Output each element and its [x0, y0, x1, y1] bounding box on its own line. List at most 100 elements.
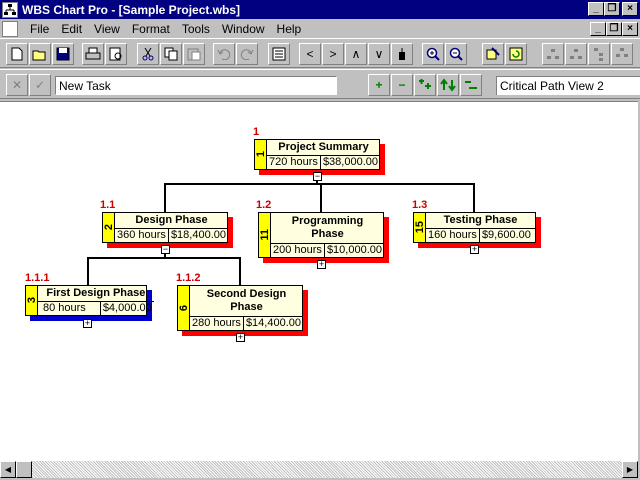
task-cost: $9,600.00: [481, 229, 531, 241]
scroll-track[interactable]: [16, 461, 622, 478]
connector-line: [239, 257, 241, 286]
connector-line: [473, 183, 475, 213]
task-cost: $4,000.00: [102, 302, 152, 314]
add-child-icon[interactable]: [414, 74, 436, 96]
wbs-code: 1.3: [412, 199, 428, 211]
task-hours: 200 hours: [271, 244, 325, 257]
task-hours: 280 hours: [190, 317, 244, 330]
new-icon[interactable]: [6, 43, 28, 65]
task-name: First Design Phase: [46, 287, 146, 299]
menu-window[interactable]: Window: [216, 22, 271, 36]
layout-3-icon[interactable]: [588, 43, 610, 65]
wbs-node-second-design-phase[interactable]: 6 Second Design Phase 280 hours $14,400.0…: [177, 285, 308, 336]
connector-line: [320, 183, 322, 213]
task-number: 6: [177, 304, 190, 312]
scroll-left-button[interactable]: ◀: [0, 461, 16, 478]
wbs-code: 1: [253, 126, 260, 138]
wbs-code: 1.2: [256, 199, 272, 211]
connector-line: [164, 183, 166, 213]
task-number: 15: [413, 221, 426, 234]
task-cost: $38,000.00: [322, 156, 378, 168]
undo-icon[interactable]: [213, 43, 235, 65]
close-button[interactable]: ×: [622, 2, 638, 16]
expand-toggle[interactable]: +: [470, 245, 479, 254]
task-name: Project Summary: [278, 141, 369, 153]
move-up-icon[interactable]: ∧: [345, 43, 367, 65]
zoom-in-icon[interactable]: [422, 43, 444, 65]
app-icon[interactable]: [2, 1, 18, 18]
view-selector[interactable]: Critical Path View 2: [496, 76, 640, 95]
task-cost: $14,400.00: [245, 317, 301, 329]
task-name: Design Phase: [135, 214, 208, 226]
accept-edit-button[interactable]: ✓: [29, 74, 51, 96]
print-preview-icon[interactable]: [105, 43, 127, 65]
task-number: 3: [25, 297, 38, 304]
restore-button[interactable]: ❐: [604, 2, 620, 16]
promote-icon[interactable]: [437, 74, 459, 96]
save-icon[interactable]: [52, 43, 74, 65]
move-down-icon[interactable]: ∨: [368, 43, 390, 65]
wbs-node-testing-phase[interactable]: 15 Testing Phase 160 hours $9,600.00: [413, 212, 541, 248]
window-title: WBS Chart Pro - [Sample Project.wbs]: [22, 2, 241, 17]
menu-bar: File Edit View Format Tools Window Help …: [0, 19, 640, 38]
wbs-code: 1.1.1: [25, 272, 50, 284]
layout-1-icon[interactable]: [542, 43, 564, 65]
copy-icon[interactable]: [160, 43, 182, 65]
open-icon[interactable]: [29, 43, 51, 65]
wbs-node-project-summary[interactable]: 1 Project Summary 720 hours $38,000.00: [254, 139, 385, 175]
wbs-node-programming-phase[interactable]: 11 Programming Phase 200 hours $10,000.00: [258, 212, 389, 263]
collapse-toggle[interactable]: −: [161, 245, 170, 254]
wbs-code: 1.1.2: [176, 272, 201, 284]
expand-toggle[interactable]: +: [83, 319, 92, 328]
menu-format[interactable]: Format: [126, 22, 176, 36]
task-number: 11: [258, 229, 271, 241]
wbs-code: 1.1: [100, 199, 116, 211]
minimize-button[interactable]: _: [588, 2, 604, 16]
doc-minimize-button[interactable]: _: [590, 22, 606, 36]
task-hours: 80 hours: [38, 302, 101, 315]
task-number: 2: [102, 224, 115, 231]
connector-line: [87, 257, 241, 259]
wbs-node-design-phase[interactable]: 2 Design Phase 360 hours $18,400.00: [102, 212, 233, 248]
add-task-button[interactable]: +: [368, 74, 390, 96]
cancel-edit-button[interactable]: ✕: [6, 74, 28, 96]
task-name: Second Design Phase: [206, 288, 287, 313]
zoom-out-icon[interactable]: [445, 43, 467, 65]
title-bar: WBS Chart Pro - [Sample Project.wbs] _ ❐…: [0, 0, 640, 19]
task-number: 1: [254, 151, 267, 158]
move-right-icon[interactable]: >: [322, 43, 344, 65]
expand-toggle[interactable]: +: [236, 333, 245, 342]
demote-icon[interactable]: [460, 74, 482, 96]
redo-icon[interactable]: [236, 43, 258, 65]
task-hours: 360 hours: [115, 229, 169, 242]
collapse-toggle[interactable]: −: [313, 172, 322, 181]
remove-task-button[interactable]: −: [391, 74, 413, 96]
scroll-thumb[interactable]: [16, 461, 32, 478]
chart-style-icon[interactable]: [482, 43, 504, 65]
cut-icon[interactable]: [137, 43, 159, 65]
expand-toggle[interactable]: +: [317, 260, 326, 269]
document-icon[interactable]: [2, 20, 18, 37]
menu-tools[interactable]: Tools: [176, 22, 216, 36]
print-icon[interactable]: [82, 43, 104, 65]
menu-view[interactable]: View: [88, 22, 126, 36]
paste-icon[interactable]: [183, 43, 205, 65]
wbs-node-first-design-phase[interactable]: 3 First Design Phase 80 hours $4,000.00: [25, 285, 154, 321]
refresh-icon[interactable]: [505, 43, 527, 65]
layout-4-icon[interactable]: [611, 43, 633, 65]
properties-icon[interactable]: [268, 43, 290, 65]
delete-icon[interactable]: [391, 43, 413, 65]
task-hours: 160 hours: [426, 229, 480, 242]
menu-help[interactable]: Help: [271, 22, 308, 36]
task-name-input[interactable]: New Task: [55, 76, 337, 95]
move-left-icon[interactable]: <: [299, 43, 321, 65]
menu-file[interactable]: File: [24, 22, 55, 36]
layout-2-icon[interactable]: [565, 43, 587, 65]
horizontal-scrollbar[interactable]: ◀ ▶: [0, 461, 638, 478]
doc-close-button[interactable]: ×: [622, 22, 638, 36]
task-cost: $18,400.00: [170, 229, 226, 241]
wbs-chart-pro-window: WBS Chart Pro - [Sample Project.wbs] _ ❐…: [0, 0, 640, 480]
scroll-right-button[interactable]: ▶: [622, 461, 638, 478]
menu-edit[interactable]: Edit: [55, 22, 88, 36]
doc-restore-button[interactable]: ❐: [606, 22, 622, 36]
